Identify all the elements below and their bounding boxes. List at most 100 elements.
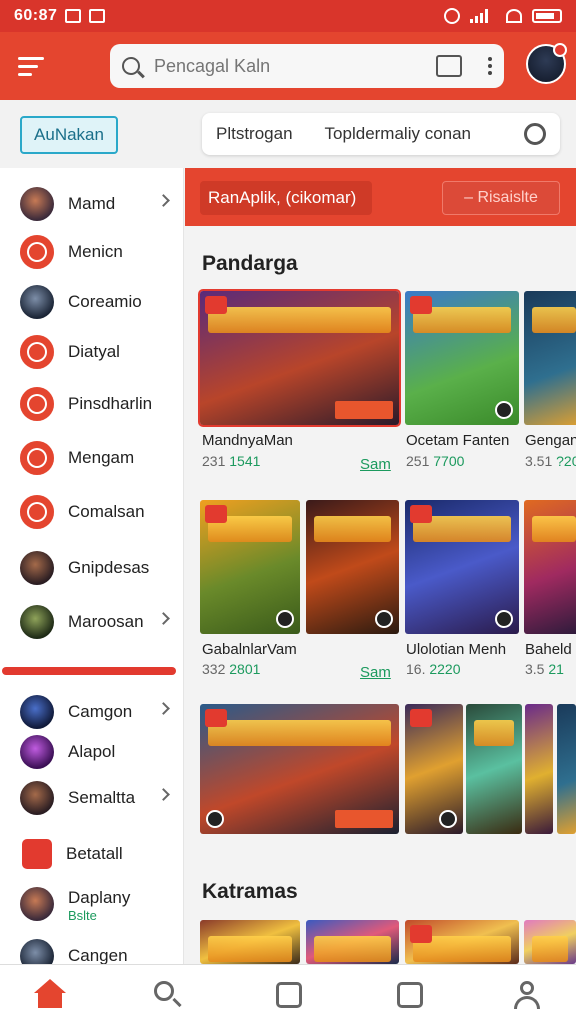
search-icon-lens (154, 981, 174, 1001)
game-stat-rating: 7700 (433, 453, 465, 469)
sidebar-item-comalsan[interactable]: Comalsan (0, 488, 184, 536)
shield-icon (375, 610, 393, 628)
profile-avatar[interactable] (526, 43, 567, 84)
game-card[interactable] (524, 920, 576, 964)
sidebar-item-pinsdharlin[interactable]: Pinsdharlin (0, 380, 184, 428)
game-stats: 3.5 21 (525, 661, 564, 677)
sidebar-item-semaltta[interactable]: Semaltta (0, 774, 184, 822)
avatar-icon (20, 187, 54, 221)
game-card[interactable] (524, 291, 576, 425)
sidebar-item-alapol[interactable]: Alapol (0, 728, 184, 776)
sidebar-item-betatall[interactable]: Betatall (0, 830, 184, 878)
notification-badge (553, 43, 567, 57)
alarm-icon (444, 8, 460, 24)
library-icon[interactable] (397, 982, 423, 1008)
game-card[interactable] (405, 291, 519, 425)
game-card[interactable] (200, 920, 300, 964)
sidebar-item-label: Maroosan (68, 612, 144, 631)
search-icon (122, 57, 140, 75)
search-bar[interactable] (110, 44, 504, 88)
see-all-link[interactable]: Sam (360, 664, 391, 681)
menu-icon-line (18, 72, 32, 76)
game-card[interactable] (200, 291, 399, 425)
tab-active[interactable]: RanAplik, (cikomar) (200, 181, 372, 215)
sidebar-item-label: Daplany (68, 888, 131, 907)
game-icon (20, 781, 54, 815)
game-card[interactable] (405, 500, 519, 634)
sidebar-item-label: Coreamio (68, 292, 142, 311)
game-stats: 251 7700 (406, 453, 464, 469)
sidebar-item-mamd[interactable]: Mamd (0, 180, 184, 228)
user-icon[interactable] (511, 979, 543, 1011)
game-logo (208, 936, 292, 962)
apps-icon[interactable] (276, 982, 302, 1008)
game-stat-count: 3.5 (525, 661, 545, 677)
sidebar-item-gnipdesas[interactable]: Gnipdesas (0, 544, 184, 592)
game-stat-count: 251 (406, 453, 430, 469)
scan-icon[interactable] (436, 55, 462, 77)
bottom-nav (0, 964, 576, 1024)
sidebar-item-coreamio[interactable]: Coreamio (0, 278, 184, 326)
home-icon[interactable] (34, 979, 66, 1011)
game-stats: 3.51 ?20 (525, 453, 576, 469)
tag-icon (205, 505, 227, 523)
game-stats: 231 1541 (202, 453, 260, 469)
game-icon (20, 887, 54, 921)
game-card[interactable] (200, 704, 399, 834)
user-icon-head (520, 981, 534, 995)
shield-icon (495, 610, 513, 628)
sidebar-item-maroosan[interactable]: Maroosan (0, 598, 184, 646)
avatar-icon (20, 285, 54, 319)
game-card[interactable] (306, 500, 399, 634)
game-card[interactable] (524, 500, 576, 634)
filter-box[interactable]: Pltstrogan Topldermaliy conan (202, 113, 560, 155)
game-card[interactable] (405, 920, 519, 964)
search-icon-handle (172, 997, 182, 1008)
game-logo (532, 936, 568, 962)
game-stat-count: 231 (202, 453, 226, 469)
menu-icon-line (18, 64, 38, 68)
app-icon (20, 735, 54, 769)
search-nav-icon[interactable] (152, 979, 184, 1011)
game-logo (474, 720, 514, 746)
sidebar-item-diatyal[interactable]: Diatyal (0, 328, 184, 376)
more-options-icon[interactable] (488, 57, 492, 75)
battery-icon (532, 9, 562, 23)
sidebar-item-label: Mengam (68, 448, 135, 467)
category-pill[interactable]: AuNakan (20, 116, 118, 154)
chevron-right-icon (157, 194, 170, 207)
sidebar-item-label: Gnipdesas (68, 558, 150, 577)
shield-icon (276, 610, 294, 628)
tab-action-button[interactable]: – Risaislte (442, 181, 560, 215)
sidebar-item-mengam[interactable]: Mengam (0, 434, 184, 482)
game-name: Gengan (525, 432, 576, 449)
settings-gear-icon[interactable] (524, 123, 546, 145)
tag-icon (410, 296, 432, 314)
game-stat-rating: 21 (548, 661, 564, 677)
game-card[interactable] (525, 704, 553, 834)
game-stat-rating: 2801 (229, 661, 261, 677)
home-icon-roof (34, 979, 66, 993)
game-card[interactable] (466, 704, 522, 834)
game-stat-rating: ?20 (556, 453, 576, 469)
tag-icon (410, 925, 432, 943)
user-icon-body (514, 996, 540, 1009)
avatar-icon (20, 551, 54, 585)
game-card[interactable] (405, 704, 463, 834)
sidebar-item-menicn[interactable]: Menicn (0, 228, 184, 276)
price-banner (335, 810, 393, 828)
search-input[interactable] (154, 55, 394, 77)
game-card[interactable] (200, 500, 300, 634)
menu-button[interactable] (18, 46, 58, 86)
sidebar-item-daplany[interactable]: Daplany Bslte (0, 880, 184, 928)
see-all-link[interactable]: Sam (360, 456, 391, 473)
sidebar-item-label: Pinsdharlin (68, 394, 153, 413)
game-card[interactable] (306, 920, 399, 964)
sidebar: Mamd Menicn Coreamio Diatyal Pinsdharlin… (0, 168, 184, 973)
game-stat-count: 16. (406, 661, 426, 677)
game-stat-rating: 1541 (229, 453, 261, 469)
tag-icon (205, 709, 227, 727)
sidebar-item-label: Camgon (68, 702, 133, 721)
game-card[interactable] (557, 704, 576, 834)
game-name: Ulolotian Menh (406, 641, 507, 658)
